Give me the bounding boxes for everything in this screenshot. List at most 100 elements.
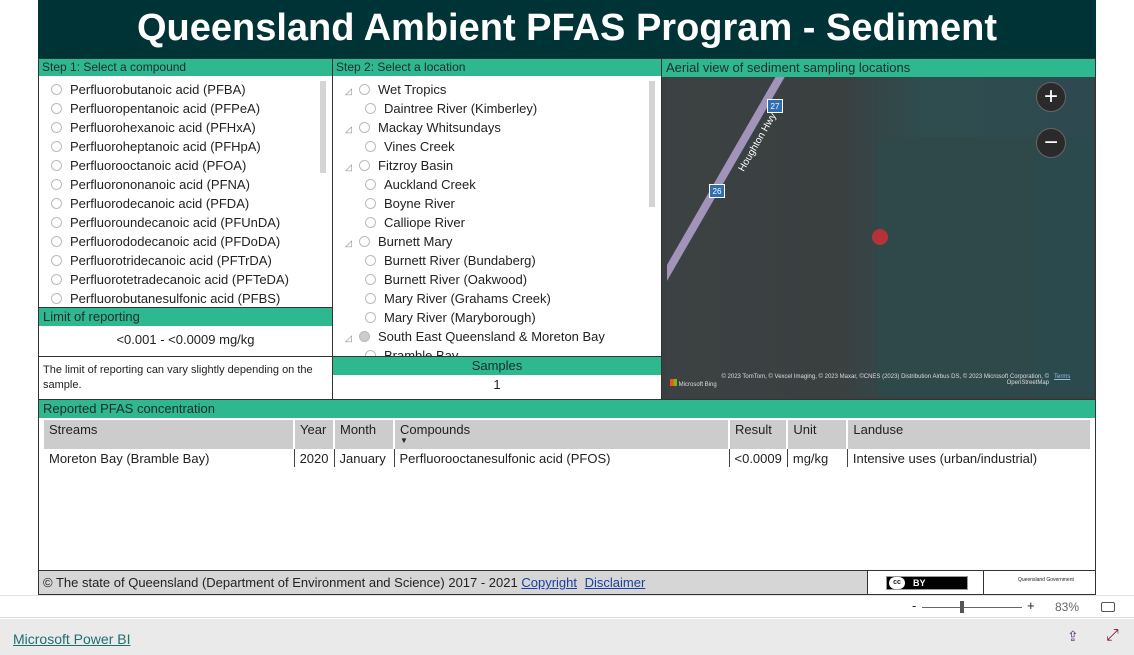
column-header[interactable]: Compounds ▼ <box>394 420 730 449</box>
zoom-out-icon[interactable]: − <box>1036 128 1066 158</box>
location-option[interactable]: Burnett River (Oakwood) <box>345 270 661 289</box>
share-icon[interactable]: ⇪ <box>1067 628 1079 645</box>
location-option[interactable]: Boyne River <box>345 194 661 213</box>
fit-to-page-icon[interactable] <box>1101 602 1115 612</box>
radio-icon[interactable] <box>51 122 62 133</box>
table-cell: Perfluorooctanesulfonic acid (PFOS) <box>394 449 730 467</box>
column-header[interactable]: Year <box>294 420 335 449</box>
scrollbar[interactable] <box>649 81 655 207</box>
radio-icon[interactable] <box>51 179 62 190</box>
map-header: Aerial view of sediment sampling locatio… <box>662 59 1095 77</box>
column-header[interactable]: Unit <box>787 420 849 449</box>
location-option[interactable]: ◿ Burnett Mary <box>345 232 661 251</box>
location-slicer: Step 2: Select a location ◿ Wet Tropics Da… <box>332 58 662 357</box>
qld-government-logo: Queensland Government <box>983 570 1096 595</box>
compound-option[interactable]: Perfluorotetradecanoic acid (PFTeDA) <box>51 270 332 289</box>
limit-value: <0.001 - <0.0009 mg/kg <box>116 332 255 347</box>
zoom-in-icon[interactable]: + <box>1036 82 1066 112</box>
compound-option[interactable]: Perfluorobutanoic acid (PFBA) <box>51 80 332 99</box>
sort-desc-icon[interactable]: ▼ <box>400 437 723 445</box>
radio-icon[interactable] <box>359 236 370 247</box>
location-option[interactable]: Burnett River (Bundaberg) <box>345 251 661 270</box>
location-option[interactable]: ◿ Fitzroy Basin <box>345 156 661 175</box>
radio-icon[interactable] <box>359 160 370 171</box>
highway-shield: 26 <box>709 184 725 198</box>
location-option[interactable]: Calliope River <box>345 213 661 232</box>
page-title: Queensland Ambient PFAS Program - Sedime… <box>38 0 1096 58</box>
compound-option[interactable]: Perfluorononanoic acid (PFNA) <box>51 175 332 194</box>
radio-icon[interactable] <box>51 217 62 228</box>
compound-option[interactable]: Perfluorobutanesulfonic acid (PFBS) <box>51 289 332 307</box>
compound-option[interactable]: Perfluoroundecanoic acid (PFUnDA) <box>51 213 332 232</box>
table-cell: January <box>334 449 395 467</box>
location-option[interactable]: Auckland Creek <box>345 175 661 194</box>
compound-option[interactable]: Perfluorododecanoic acid (PFDoDA) <box>51 232 332 251</box>
radio-icon[interactable] <box>51 84 62 95</box>
radio-icon[interactable] <box>365 198 376 209</box>
compound-option[interactable]: Perfluoropentanoic acid (PFPeA) <box>51 99 332 118</box>
radio-icon[interactable] <box>359 331 370 342</box>
scrollbar[interactable] <box>320 81 326 173</box>
radio-icon[interactable] <box>365 141 376 152</box>
table-row: Moreton Bay (Bramble Bay) 2020 January Perf… <box>44 449 1091 467</box>
column-header[interactable]: Landuse <box>847 420 1092 449</box>
radio-icon[interactable] <box>365 293 376 304</box>
footer-text: © The state of Queensland (Department of… <box>43 575 518 590</box>
disclaimer-link[interactable]: Disclaimer <box>585 575 646 590</box>
location-option[interactable]: ◿ South East Queensland & Moreton Bay <box>345 327 661 346</box>
radio-icon[interactable] <box>365 274 376 285</box>
radio-icon[interactable] <box>51 141 62 152</box>
radio-icon[interactable] <box>51 293 62 304</box>
zoom-out-button[interactable]: - <box>912 598 916 613</box>
cc-license-badge: BY cc <box>867 570 984 595</box>
compound-slicer: Step 1: Select a compound Perfluorobutan… <box>38 58 333 308</box>
zoom-slider[interactable] <box>922 607 1022 608</box>
copyright-link[interactable]: Copyright <box>521 575 577 590</box>
location-option[interactable]: Mary River (Maryborough) <box>345 308 661 327</box>
column-header[interactable]: Month <box>334 420 395 449</box>
zoom-in-button[interactable]: + <box>1027 598 1035 613</box>
table-cell: Intensive uses (urban/industrial) <box>852 450 1038 466</box>
terms-link[interactable]: Terms <box>1054 374 1070 380</box>
radio-icon[interactable] <box>365 103 376 114</box>
compound-option[interactable]: Perfluorotridecanoic acid (PFTrDA) <box>51 251 332 270</box>
sampling-location-marker[interactable] <box>872 229 888 245</box>
samples-card: Samples 1 <box>332 356 662 400</box>
compound-option[interactable]: Perfluorohexanoic acid (PFHxA) <box>51 118 332 137</box>
zoom-level: 83% <box>1055 600 1080 614</box>
radio-icon[interactable] <box>51 274 62 285</box>
table-cell: 2020 <box>294 449 335 467</box>
radio-icon[interactable] <box>365 255 376 266</box>
column-header[interactable]: Streams <box>44 420 295 449</box>
radio-icon[interactable] <box>51 160 62 171</box>
location-option[interactable]: Daintree River (Kimberley) <box>345 99 661 118</box>
radio-icon[interactable] <box>359 122 370 133</box>
footer: © The state of Queensland (Department of… <box>38 570 868 595</box>
table-cell: Moreton Bay (Bramble Bay) <box>44 449 295 467</box>
zoom-slider-handle[interactable] <box>960 601 964 613</box>
location-option[interactable]: ◿ Wet Tropics <box>345 80 661 99</box>
radio-icon[interactable] <box>51 236 62 247</box>
map-canvas[interactable]: Houghton Hwy 27 26 + − Microsoft Bing © … <box>667 77 1094 397</box>
compound-slicer-header: Step 1: Select a compound <box>39 59 332 76</box>
radio-icon[interactable] <box>365 312 376 323</box>
radio-icon[interactable] <box>51 198 62 209</box>
location-option[interactable]: Mary River (Grahams Creek) <box>345 289 661 308</box>
column-header[interactable]: Result <box>729 420 789 449</box>
compound-option[interactable]: Perfluoroheptanoic acid (PFHpA) <box>51 137 332 156</box>
compound-option[interactable]: Perfluorooctanoic acid (PFOA) <box>51 156 332 175</box>
map-attribution: © 2023 TomTom, © Vexcel Imaging, © 2023 … <box>721 374 1049 386</box>
compound-option[interactable]: Perfluorodecanoic acid (PFDA) <box>51 194 332 213</box>
radio-icon[interactable] <box>51 103 62 114</box>
concentration-table-panel: Reported PFAS concentration Streams Year M… <box>38 399 1096 571</box>
radio-icon[interactable] <box>359 84 370 95</box>
location-option[interactable]: ◿ Mackay Whitsundays <box>345 118 661 137</box>
radio-icon[interactable] <box>365 179 376 190</box>
limit-header: Limit of reporting <box>39 308 332 326</box>
bottom-bar: Microsoft Power BI ⇪ ⤢ <box>0 619 1134 655</box>
fullscreen-icon[interactable]: ⤢ <box>1106 627 1119 645</box>
power-bi-link[interactable]: Microsoft Power BI <box>13 631 130 647</box>
radio-icon[interactable] <box>51 255 62 266</box>
location-option[interactable]: Vines Creek <box>345 137 661 156</box>
radio-icon[interactable] <box>365 217 376 228</box>
